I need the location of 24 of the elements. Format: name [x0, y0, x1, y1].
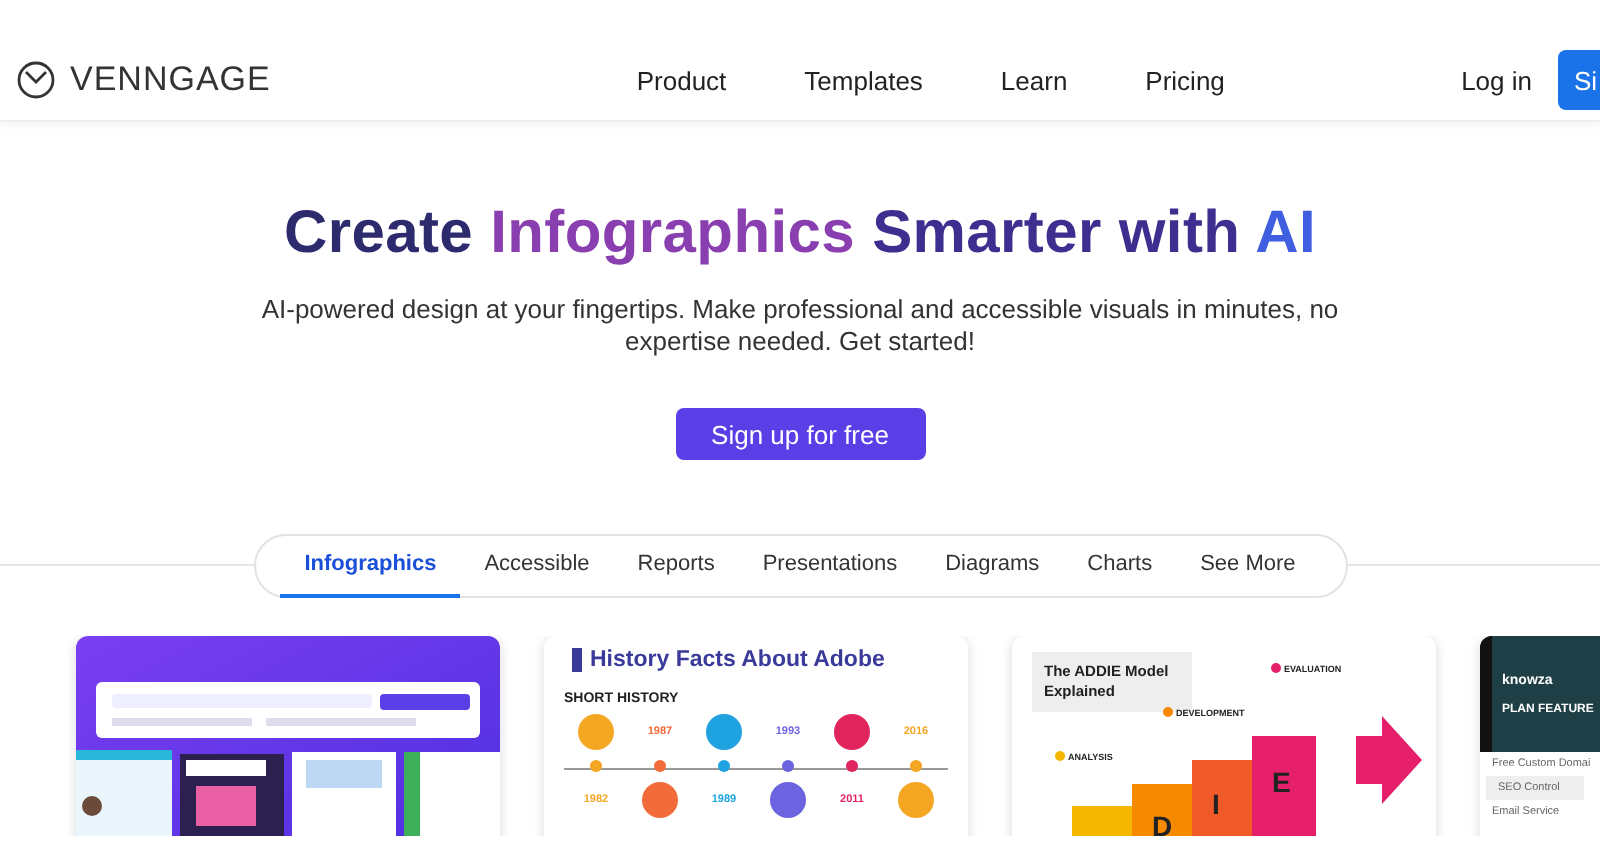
nav-link[interactable]: Product [636, 65, 727, 95]
hero-title: Create Infographics Smarter with AI [283, 200, 1317, 268]
login-link[interactable]: Log in [1461, 65, 1532, 95]
nav-link[interactable]: Learn [1000, 65, 1068, 95]
step-letter: D [1152, 810, 1173, 836]
category-tab[interactable]: Accessible [460, 534, 614, 598]
hero-subtitle: AI-powered design at your fingertips. Make professional and accessible visuals in minutes, no expertise needed. Get started! [259, 294, 1341, 358]
nav-link[interactable]: Pricing [1145, 65, 1225, 95]
arrow-drawing [1356, 716, 1422, 804]
nav-link[interactable]: Templates [804, 65, 923, 95]
brand-name[interactable]: VENNGAGE [70, 60, 271, 100]
infographic-title: History Facts About Adobe [572, 648, 948, 672]
signup-button[interactable]: Sign up for free [675, 408, 925, 460]
category-tab[interactable]: Charts [1063, 534, 1177, 598]
category-tab[interactable]: See More [1176, 534, 1320, 598]
step-letter: I [1212, 788, 1220, 820]
category-tab[interactable]: Presentations [738, 534, 922, 598]
step-letter: E [1272, 766, 1291, 798]
category-tab[interactable]: Infographics [280, 534, 461, 598]
category-tab[interactable]: Diagrams [921, 534, 1064, 598]
template-card[interactable] [76, 636, 500, 836]
category-tab[interactable]: Reports [613, 534, 739, 598]
signup-button[interactable]: Si [1558, 50, 1600, 110]
logo-icon [16, 60, 56, 100]
